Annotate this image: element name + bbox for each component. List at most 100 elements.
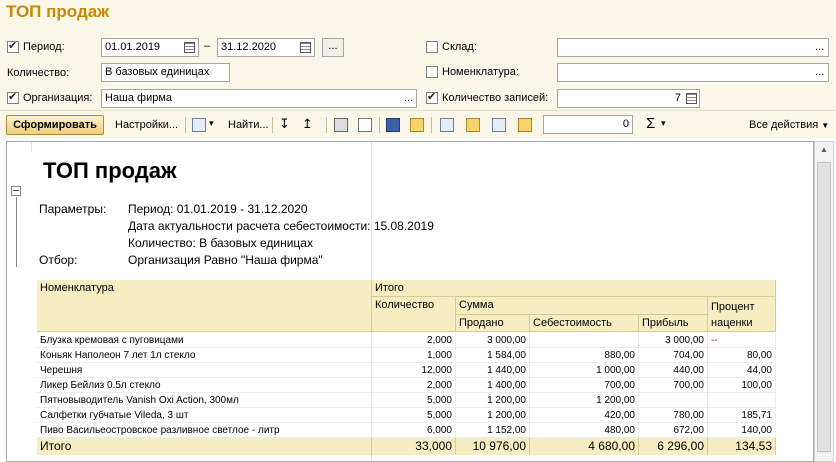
period-label: Период: bbox=[23, 41, 65, 53]
table-cell-qty: 2,000 bbox=[372, 333, 456, 348]
header-cost: Себестоимость bbox=[530, 315, 639, 332]
table-cell-profit: 704,00 bbox=[639, 348, 708, 363]
scroll-up-icon[interactable]: ▲ bbox=[820, 145, 828, 154]
all-actions-label: Все действия bbox=[749, 119, 819, 131]
total-quantity: 33,000 bbox=[372, 438, 456, 455]
table-cell-name: Салфетки губчатые Vileda, 3 шт bbox=[37, 408, 372, 423]
table-cell-cost: 420,00 bbox=[530, 408, 639, 423]
records-calculator-icon[interactable] bbox=[686, 93, 697, 104]
table-cell-cost: 1 000,00 bbox=[530, 363, 639, 378]
email-icon[interactable] bbox=[410, 118, 424, 132]
all-actions-chevron-icon: ▼ bbox=[821, 121, 830, 130]
table-cell-qty: 5,000 bbox=[372, 408, 456, 423]
warehouse-field[interactable] bbox=[557, 38, 829, 57]
filter-label: Отбор: bbox=[39, 253, 78, 267]
records-count-value: 7 bbox=[674, 92, 681, 104]
param-period: Период: 01.01.2019 - 31.12.2020 bbox=[128, 202, 308, 216]
param-cost-date: Дата актуальности расчета себестоимости:… bbox=[128, 219, 434, 233]
warehouse-checkbox[interactable] bbox=[426, 41, 438, 53]
table-cell-name: Пиво Васильеостровское разливное светлое… bbox=[37, 423, 372, 438]
header-sum: Сумма bbox=[456, 297, 708, 315]
print-icon[interactable] bbox=[334, 118, 348, 132]
table-cell-qty: 2,000 bbox=[372, 378, 456, 393]
warehouse-select-button[interactable]: ... bbox=[815, 41, 824, 53]
report-title: ТОП продаж bbox=[43, 158, 177, 183]
quantity-label: Количество: bbox=[7, 67, 70, 79]
nomenclature-label: Номенклатура: bbox=[442, 66, 519, 78]
vertical-scrollbar[interactable]: ▲ bbox=[814, 141, 834, 462]
records-count-label: Количество записей: bbox=[442, 92, 549, 104]
param-quantity: Количество: В базовых единицах bbox=[128, 236, 313, 250]
table-cell-sold: 1 152,00 bbox=[456, 423, 530, 438]
records-count-field[interactable]: 7 bbox=[557, 89, 700, 108]
all-actions-button[interactable]: Все действия ▼ bbox=[749, 119, 829, 131]
header-sold: Продано bbox=[456, 315, 530, 332]
header-nomenclature: Номенклатура bbox=[37, 280, 372, 332]
calendar-to-icon[interactable] bbox=[300, 42, 311, 53]
total-markup: 134,53 bbox=[708, 438, 776, 455]
scroll-thumb[interactable] bbox=[817, 162, 831, 452]
find-button[interactable]: Найти... bbox=[228, 119, 269, 131]
table-cell-sold: 1 584,00 bbox=[456, 348, 530, 363]
copy-icon[interactable] bbox=[440, 118, 454, 132]
settings-button[interactable]: Настройки... bbox=[115, 119, 178, 131]
sum-counter-field[interactable]: 0 bbox=[543, 115, 633, 134]
calendar-from-icon[interactable] bbox=[184, 42, 195, 53]
table-cell-name: Блузка кремовая с пуговицами bbox=[37, 333, 372, 348]
paste-icon[interactable] bbox=[466, 118, 480, 132]
variant-dropdown-icon[interactable]: ▾ bbox=[209, 118, 214, 129]
records-count-checkbox[interactable] bbox=[426, 90, 438, 104]
group-collapse-icon[interactable] bbox=[11, 186, 21, 196]
report-toolbar: Сформировать Настройки... ▾ Найти... ↧ ↥… bbox=[0, 110, 836, 138]
table-cell-markup: 140,00 bbox=[708, 423, 776, 438]
period-from-value: 01.01.2019 bbox=[105, 41, 161, 53]
save-icon[interactable] bbox=[386, 118, 400, 132]
organization-checkbox[interactable] bbox=[7, 90, 19, 104]
period-select-button[interactable]: ... bbox=[322, 38, 344, 57]
organization-label: Организация: bbox=[23, 92, 93, 104]
table-cell-profit: 672,00 bbox=[639, 423, 708, 438]
generate-button[interactable]: Сформировать bbox=[6, 115, 104, 135]
nomenclature-field[interactable] bbox=[557, 63, 829, 82]
table-cell-sold: 3 000,00 bbox=[456, 333, 530, 348]
filter-value: Организация Равно "Наша фирма" bbox=[128, 253, 323, 267]
sort-descending-icon[interactable]: ↧ bbox=[279, 116, 290, 132]
preview-icon[interactable] bbox=[358, 118, 372, 132]
table-cell-qty: 6,000 bbox=[372, 423, 456, 438]
sort-ascending-icon[interactable]: ↥ bbox=[302, 116, 313, 132]
table-cell-markup: 100,00 bbox=[708, 378, 776, 393]
variant-icon[interactable] bbox=[192, 118, 206, 132]
header-markup: Процент наценки bbox=[708, 297, 776, 332]
table-cell-cost: 880,00 bbox=[530, 348, 639, 363]
nomenclature-checkbox[interactable] bbox=[426, 66, 438, 78]
table-cell-profit: 780,00 bbox=[639, 408, 708, 423]
report-document[interactable]: ТОП продаж Параметры: Период: 01.01.2019… bbox=[6, 141, 814, 462]
group-bracket bbox=[16, 197, 17, 267]
table-cell-markup: 80,00 bbox=[708, 348, 776, 363]
table-cell-markup bbox=[708, 393, 776, 408]
table-cell-sold: 1 200,00 bbox=[456, 408, 530, 423]
clipboard-icon[interactable] bbox=[518, 118, 532, 132]
period-checkbox[interactable] bbox=[7, 39, 19, 53]
period-to-value: 31.12.2020 bbox=[221, 41, 277, 53]
table-cell-markup: -- bbox=[708, 333, 776, 348]
total-label: Итого bbox=[37, 438, 372, 455]
table-cell-name: Ликер Бейлиз 0.5л стекло bbox=[37, 378, 372, 393]
sigma-dropdown-icon[interactable]: ▾ bbox=[661, 118, 666, 129]
table-cell-markup: 185,71 bbox=[708, 408, 776, 423]
header-profit: Прибыль bbox=[639, 315, 708, 332]
organization-field[interactable]: Наша фирма bbox=[101, 89, 417, 108]
table-cell-sold: 1 400,00 bbox=[456, 378, 530, 393]
table-cell-qty: 5,000 bbox=[372, 393, 456, 408]
grid-line bbox=[31, 142, 32, 152]
organization-value: Наша фирма bbox=[105, 92, 173, 104]
quantity-field[interactable]: В базовых единицах bbox=[101, 63, 230, 82]
total-sold: 10 976,00 bbox=[456, 438, 530, 455]
sigma-icon[interactable]: Σ bbox=[646, 115, 655, 132]
table-cell-sold: 1 440,00 bbox=[456, 363, 530, 378]
toolbar-separator bbox=[431, 117, 432, 133]
organization-select-button[interactable]: ... bbox=[404, 92, 413, 104]
nomenclature-select-button[interactable]: ... bbox=[815, 66, 824, 78]
copy-cells-icon[interactable] bbox=[492, 118, 506, 132]
table-cell-cost: 1 200,00 bbox=[530, 393, 639, 408]
